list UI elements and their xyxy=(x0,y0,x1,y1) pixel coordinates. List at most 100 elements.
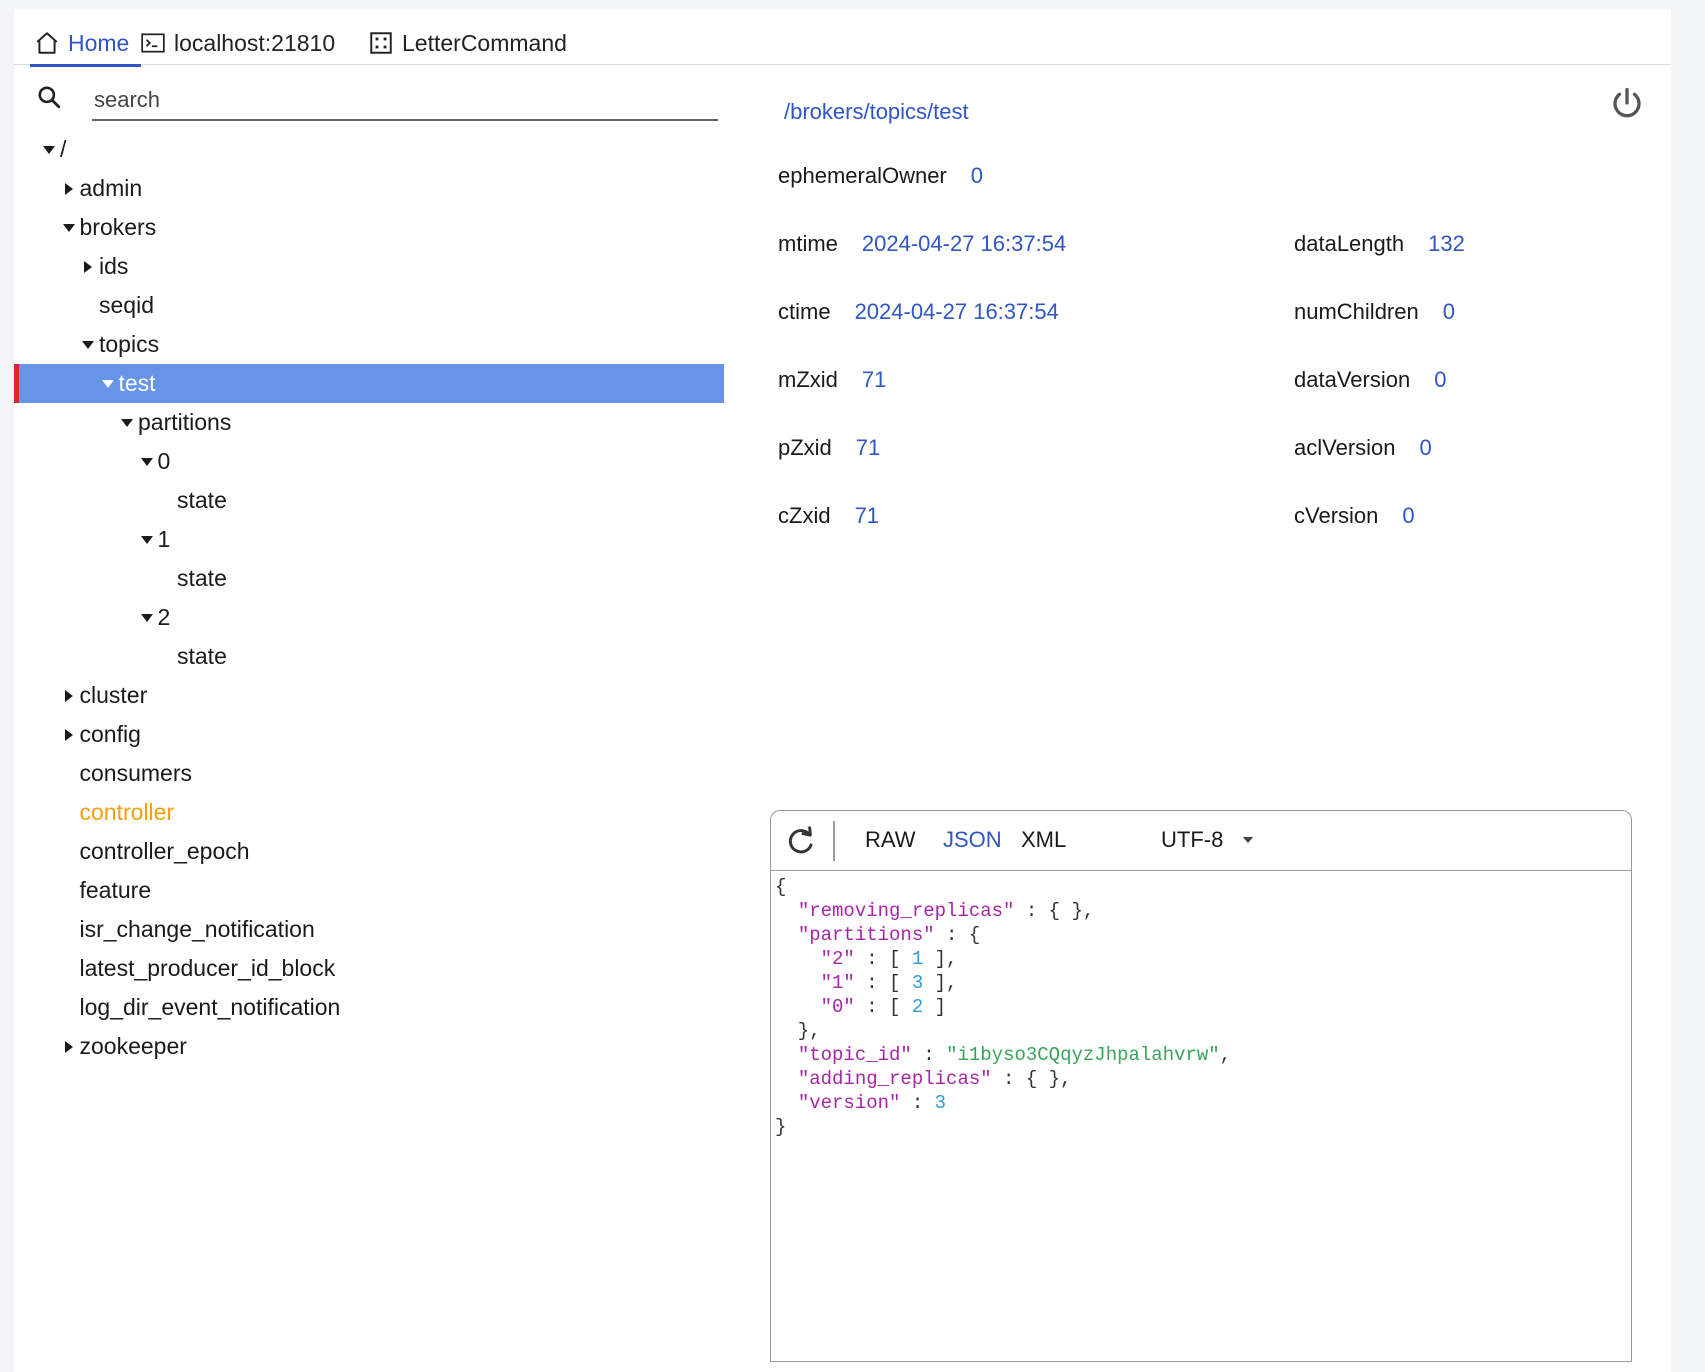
caret-down-icon[interactable] xyxy=(136,451,158,473)
format-xml-button[interactable]: XML xyxy=(1021,827,1066,853)
tree-node[interactable]: brokers xyxy=(14,208,724,247)
caret-right-icon[interactable] xyxy=(58,724,80,746)
code-token: : xyxy=(900,1092,935,1114)
home-icon xyxy=(36,32,58,54)
code-token: "0" xyxy=(820,996,855,1018)
code-line: "topic_id" : "i1byso3CQqyzJhpalahvrw", xyxy=(775,1043,1231,1067)
code-line: "partitions" : { xyxy=(775,923,1231,947)
tree-node-label: 0 xyxy=(157,448,171,474)
code-line: "0" : [ 2 ] xyxy=(775,995,1231,1019)
encoding-select[interactable]: UTF-8 xyxy=(1161,827,1257,853)
caret-down-icon[interactable] xyxy=(77,334,99,356)
stat-label: mZxid xyxy=(778,367,838,392)
code-token: : { }, xyxy=(1014,900,1095,922)
tree-node[interactable]: feature xyxy=(14,871,724,910)
search-input[interactable] xyxy=(92,75,718,121)
code-token: : { }, xyxy=(991,1068,1072,1090)
tree-node-label: admin xyxy=(79,175,143,201)
caret-right-icon[interactable] xyxy=(77,256,99,278)
tree-node-label: 1 xyxy=(157,526,171,552)
format-raw-button[interactable]: RAW xyxy=(865,827,916,853)
tree-node[interactable]: state xyxy=(14,481,724,520)
tree-node[interactable]: topics xyxy=(14,325,724,364)
tree-node[interactable]: / xyxy=(14,130,724,169)
caret-down-icon[interactable] xyxy=(116,412,138,434)
tree-node-label: 2 xyxy=(157,604,171,630)
stat-dataversion: dataVersion 0 xyxy=(1294,367,1446,393)
tree-node[interactable]: 1 xyxy=(14,520,724,559)
tree-node[interactable]: controller_epoch xyxy=(14,832,724,871)
code-token: : [ xyxy=(854,948,912,970)
caret-right-icon[interactable] xyxy=(58,178,80,200)
tree-node[interactable]: controller xyxy=(14,793,724,832)
tree-node[interactable]: isr_change_notification xyxy=(14,910,724,949)
caret-down-icon[interactable] xyxy=(38,139,60,161)
code-token: ], xyxy=(923,972,958,994)
stat-numchildren: numChildren 0 xyxy=(1294,299,1455,325)
tab-localhost[interactable]: localhost:21810 xyxy=(140,23,335,63)
editor-toolbar: RAW JSON XML UTF-8 xyxy=(771,811,1631,871)
stat-mzxid: mZxid 71 xyxy=(778,367,886,393)
tab-bar: Home localhost:21810 LetterCommand xyxy=(14,9,1671,67)
stat-aclversion: aclVersion 0 xyxy=(1294,435,1432,461)
code-token: "topic_id" xyxy=(797,1044,912,1066)
caret-down-icon[interactable] xyxy=(97,373,119,395)
refresh-icon[interactable] xyxy=(785,825,817,857)
stat-label: cZxid xyxy=(778,503,831,528)
caret-down-icon[interactable] xyxy=(58,217,80,239)
toolbar-divider xyxy=(833,821,835,861)
tree-node[interactable]: state xyxy=(14,637,724,676)
tree-node[interactable]: zookeeper xyxy=(14,1027,724,1066)
caret-down-icon[interactable] xyxy=(136,529,158,551)
tree-node[interactable]: 0 xyxy=(14,442,724,481)
stat-datalength: dataLength 132 xyxy=(1294,231,1465,257)
code-token: 3 xyxy=(934,1092,947,1114)
code-token: "1" xyxy=(820,972,855,994)
tree-node[interactable]: admin xyxy=(14,169,724,208)
tree-node[interactable]: test xyxy=(14,364,724,403)
terminal-icon xyxy=(141,33,165,53)
json-content[interactable]: { "removing_replicas" : { }, "partitions… xyxy=(775,875,1231,1139)
tree-node[interactable]: 2 xyxy=(14,598,724,637)
code-token: { xyxy=(775,876,787,898)
stat-value: 0 xyxy=(1402,503,1415,528)
stat-label: dataLength xyxy=(1294,231,1405,256)
caret-right-icon[interactable] xyxy=(58,685,80,707)
code-token: "partitions" xyxy=(797,924,935,946)
tree-node-label: consumers xyxy=(79,760,192,786)
tree-node-label: seqid xyxy=(99,292,154,318)
format-json-button[interactable]: JSON xyxy=(943,827,1002,853)
stat-czxid: cZxid 71 xyxy=(778,503,879,529)
stat-ctime: ctime 2024-04-27 16:37:54 xyxy=(778,299,1059,325)
dice-icon xyxy=(370,32,392,54)
tree-node[interactable]: seqid xyxy=(14,286,724,325)
tree-node[interactable]: log_dir_event_notification xyxy=(14,988,724,1027)
tree-node-label: log_dir_event_notification xyxy=(79,994,341,1020)
caret-down-icon[interactable] xyxy=(136,607,158,629)
stat-label: aclVersion xyxy=(1294,435,1396,460)
stat-value: 0 xyxy=(1419,435,1432,460)
stat-cversion: cVersion 0 xyxy=(1294,503,1415,529)
code-line: }, xyxy=(775,1019,1231,1043)
power-icon[interactable] xyxy=(1609,85,1645,121)
code-token: "i1byso3CQqyzJhpalahvrw" xyxy=(946,1044,1220,1066)
tree-node[interactable]: partitions xyxy=(14,403,724,442)
code-line: { xyxy=(775,875,1231,899)
tree-node[interactable]: state xyxy=(14,559,724,598)
tree-node[interactable]: cluster xyxy=(14,676,724,715)
tab-home[interactable]: Home xyxy=(29,23,142,67)
tree-node[interactable]: config xyxy=(14,715,724,754)
tree-node[interactable]: ids xyxy=(14,247,724,286)
caret-right-icon[interactable] xyxy=(58,1036,80,1058)
stat-label: cVersion xyxy=(1294,503,1379,528)
tree-node-label: state xyxy=(177,643,227,669)
tree-node[interactable]: latest_producer_id_block xyxy=(14,949,724,988)
stat-mtime: mtime 2024-04-27 16:37:54 xyxy=(778,231,1066,257)
tab-lettercommand[interactable]: LetterCommand xyxy=(368,23,567,63)
tree-node-label: brokers xyxy=(79,214,157,240)
tree-node[interactable]: consumers xyxy=(14,754,724,793)
stat-label: ctime xyxy=(778,299,831,324)
